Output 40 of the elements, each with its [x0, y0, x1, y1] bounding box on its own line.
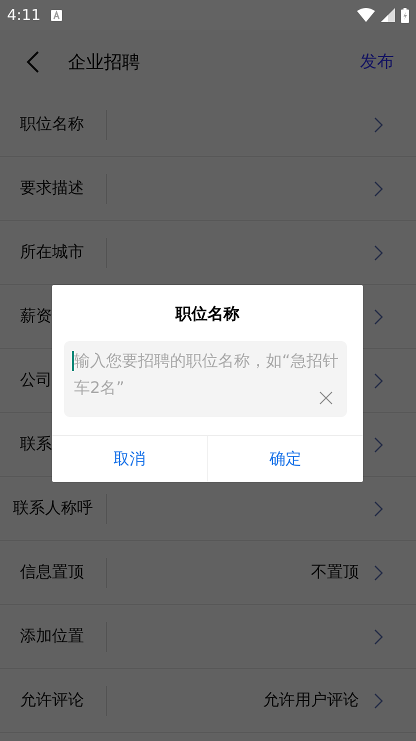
form-row[interactable]: 信息置顶 不置顶 — [0, 541, 416, 605]
chevron-icon — [374, 244, 384, 260]
chevron-icon — [374, 372, 384, 388]
chevron-icon — [374, 500, 384, 516]
back-icon[interactable] — [26, 50, 40, 72]
form-row[interactable]: 添加位置 — [0, 605, 416, 669]
row-label: 允许评论 — [20, 690, 84, 711]
clock: 4:11 — [7, 6, 41, 24]
form-row[interactable]: 职位名称 — [0, 93, 416, 157]
chevron-icon — [374, 564, 384, 580]
form-row[interactable]: 要求描述 — [0, 157, 416, 221]
chevron-icon — [374, 180, 384, 196]
chevron-icon — [374, 308, 384, 324]
row-label: 联系人称呼 — [13, 498, 93, 519]
chevron-icon — [374, 116, 384, 132]
publish-button[interactable]: 发布 — [360, 50, 394, 73]
input-field[interactable]: 输入您要招聘的职位名称，如“急招针车2名” — [64, 341, 347, 417]
row-label: 联系 — [20, 434, 52, 455]
chevron-icon — [374, 628, 384, 644]
row-value: 允许用户评论 — [263, 690, 359, 711]
row-label: 公司 — [20, 370, 52, 391]
row-label: 所在城市 — [20, 242, 84, 263]
signal-icon — [381, 8, 395, 22]
dialog-title: 职位名称 — [174, 303, 240, 325]
text-cursor-icon — [72, 351, 74, 371]
chevron-icon — [374, 692, 384, 708]
row-value: 不置顶 — [311, 562, 359, 583]
form-row[interactable]: 允许评论 允许用户评论 — [0, 669, 416, 733]
page-title: 企业招聘 — [68, 50, 140, 74]
row-label: 添加位置 — [20, 626, 84, 647]
row-label: 信息置顶 — [20, 562, 84, 583]
chevron-icon — [374, 436, 384, 452]
dialog-button[interactable]: 确定 — [207, 436, 363, 482]
battery-icon — [401, 8, 409, 22]
row-label: 要求描述 — [20, 178, 84, 199]
row-label: 薪资 — [20, 306, 52, 327]
row-label: 职位名称 — [20, 114, 84, 135]
close-icon[interactable] — [319, 391, 333, 405]
wifi-icon — [357, 8, 375, 22]
notification-icon — [50, 10, 62, 20]
